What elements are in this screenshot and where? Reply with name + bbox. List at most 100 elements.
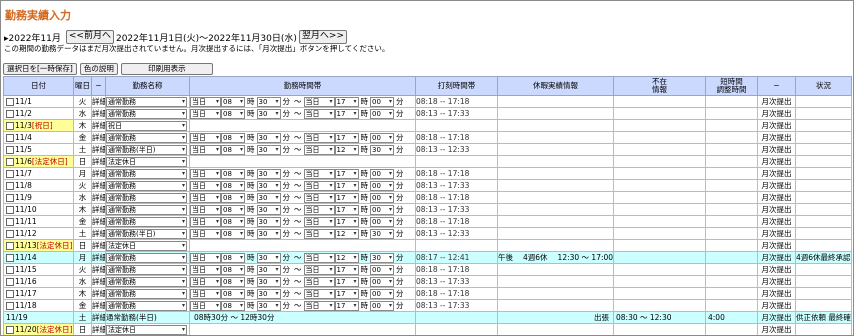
start-hour-select[interactable]: 08 ▾: [221, 217, 245, 227]
work-name-select[interactable]: 通常勤務 ▾: [106, 192, 187, 203]
row-checkbox[interactable]: [6, 230, 14, 238]
monthly-submit-link[interactable]: 月次提出: [757, 107, 796, 120]
start-min-select[interactable]: 30 ▾: [256, 97, 281, 107]
row-checkbox[interactable]: [6, 242, 14, 250]
row-checkbox[interactable]: [6, 170, 14, 178]
end-hour-select[interactable]: 17 ▾: [334, 265, 359, 275]
end-min-select[interactable]: 00 ▾: [370, 217, 394, 227]
end-hour-select[interactable]: 12 ▾: [334, 145, 359, 155]
end-day-select[interactable]: 当日 ▾: [303, 181, 335, 191]
detail-link[interactable]: 詳細: [91, 287, 106, 300]
monthly-submit-link[interactable]: 月次提出: [757, 227, 796, 240]
end-day-select[interactable]: 当日 ▾: [303, 277, 335, 287]
start-day-select[interactable]: 当日 ▾: [190, 277, 221, 287]
start-day-select[interactable]: 当日 ▾: [190, 301, 221, 311]
start-min-select[interactable]: 30 ▾: [256, 169, 281, 179]
detail-link[interactable]: 詳細: [91, 215, 106, 228]
start-hour-select[interactable]: 08 ▾: [221, 169, 245, 179]
monthly-submit-link[interactable]: 月次提出: [757, 251, 796, 264]
color-legend-button[interactable]: 色の説明: [79, 63, 118, 75]
detail-link[interactable]: 詳細: [91, 119, 106, 132]
start-hour-select[interactable]: 08 ▾: [221, 97, 245, 107]
monthly-submit-link[interactable]: 月次提出: [757, 119, 796, 132]
work-name-select[interactable]: 通常勤務(半日) ▾: [106, 228, 187, 239]
start-min-select[interactable]: 30 ▾: [256, 301, 281, 311]
work-name-select[interactable]: 祝日 ▾: [106, 120, 187, 131]
end-min-select[interactable]: 00 ▾: [370, 289, 394, 299]
start-hour-select[interactable]: 08 ▾: [221, 229, 245, 239]
work-name-select[interactable]: 通常勤務 ▾: [106, 264, 187, 275]
end-min-select[interactable]: 00 ▾: [370, 301, 394, 311]
start-min-select[interactable]: 30 ▾: [256, 181, 281, 191]
detail-link[interactable]: 詳細: [91, 95, 106, 108]
work-name-select[interactable]: 通常勤務 ▾: [106, 168, 187, 179]
monthly-submit-link[interactable]: 月次提出: [757, 143, 796, 156]
detail-link[interactable]: 詳細: [91, 143, 106, 156]
start-day-select[interactable]: 当日 ▾: [190, 289, 221, 299]
temp-save-button[interactable]: 選択日を[一時保存]: [3, 63, 77, 75]
end-hour-select[interactable]: 17 ▾: [334, 277, 359, 287]
monthly-submit-link[interactable]: 月次提出: [757, 311, 796, 324]
start-hour-select[interactable]: 08 ▾: [221, 289, 245, 299]
monthly-submit-link[interactable]: 月次提出: [757, 287, 796, 300]
end-min-select[interactable]: 00 ▾: [370, 277, 394, 287]
row-checkbox[interactable]: [6, 158, 14, 166]
detail-link[interactable]: 詳細: [91, 299, 106, 312]
end-hour-select[interactable]: 17 ▾: [334, 205, 359, 215]
start-min-select[interactable]: 30 ▾: [256, 205, 281, 215]
start-day-select[interactable]: 当日 ▾: [190, 253, 221, 263]
monthly-submit-link[interactable]: 月次提出: [757, 275, 796, 288]
start-day-select[interactable]: 当日 ▾: [190, 193, 221, 203]
detail-link[interactable]: 詳細: [91, 311, 106, 324]
row-checkbox[interactable]: [6, 206, 14, 214]
end-min-select[interactable]: 00 ▾: [370, 133, 394, 143]
end-min-select[interactable]: 30 ▾: [370, 229, 394, 239]
monthly-submit-link[interactable]: 月次提出: [757, 215, 796, 228]
work-name-select[interactable]: 通常勤務 ▾: [106, 180, 187, 191]
monthly-submit-link[interactable]: 月次提出: [757, 203, 796, 216]
monthly-submit-link[interactable]: 月次提出: [757, 95, 796, 108]
end-day-select[interactable]: 当日 ▾: [303, 229, 335, 239]
start-day-select[interactable]: 当日 ▾: [190, 109, 221, 119]
end-hour-select[interactable]: 17 ▾: [334, 193, 359, 203]
monthly-submit-link[interactable]: 月次提出: [757, 167, 796, 180]
end-day-select[interactable]: 当日 ▾: [303, 169, 335, 179]
work-name-select[interactable]: 通常勤務 ▾: [106, 288, 187, 299]
start-min-select[interactable]: 30 ▾: [256, 109, 281, 119]
start-hour-select[interactable]: 08 ▾: [221, 253, 245, 263]
end-min-select[interactable]: 00 ▾: [370, 181, 394, 191]
detail-link[interactable]: 詳細: [91, 155, 106, 168]
work-name-select[interactable]: 通常勤務(半日) ▾: [106, 144, 187, 155]
monthly-submit-link[interactable]: 月次提出: [757, 263, 796, 276]
end-hour-select[interactable]: 17 ▾: [334, 217, 359, 227]
end-hour-select[interactable]: 12 ▾: [334, 229, 359, 239]
detail-link[interactable]: 詳細: [91, 131, 106, 144]
work-name-select[interactable]: 通常勤務 ▾: [106, 252, 187, 263]
work-name-select[interactable]: 法定休日 ▾: [106, 156, 187, 167]
row-checkbox[interactable]: [6, 110, 14, 118]
end-day-select[interactable]: 当日 ▾: [303, 301, 335, 311]
work-name-select[interactable]: 通常勤務 ▾: [106, 300, 187, 311]
end-hour-select[interactable]: 17 ▾: [334, 181, 359, 191]
start-day-select[interactable]: 当日 ▾: [190, 145, 221, 155]
start-day-select[interactable]: 当日 ▾: [190, 169, 221, 179]
detail-link[interactable]: 詳細: [91, 251, 106, 264]
detail-link[interactable]: 詳細: [91, 191, 106, 204]
end-day-select[interactable]: 当日 ▾: [303, 109, 335, 119]
start-min-select[interactable]: 30 ▾: [256, 133, 281, 143]
work-name-select[interactable]: 通常勤務 ▾: [106, 216, 187, 227]
start-hour-select[interactable]: 08 ▾: [221, 181, 245, 191]
detail-link[interactable]: 詳細: [91, 179, 106, 192]
end-hour-select[interactable]: 17 ▾: [334, 169, 359, 179]
work-name-select[interactable]: 通常勤務 ▾: [106, 108, 187, 119]
end-day-select[interactable]: 当日 ▾: [303, 145, 335, 155]
detail-link[interactable]: 詳細: [91, 323, 106, 335]
row-checkbox[interactable]: [6, 290, 14, 298]
monthly-submit-link[interactable]: 月次提出: [757, 191, 796, 204]
start-day-select[interactable]: 当日 ▾: [190, 181, 221, 191]
end-min-select[interactable]: 00 ▾: [370, 97, 394, 107]
end-hour-select[interactable]: 17 ▾: [334, 97, 359, 107]
detail-link[interactable]: 詳細: [91, 107, 106, 120]
work-name-select[interactable]: 法定休日 ▾: [106, 240, 187, 251]
detail-link[interactable]: 詳細: [91, 263, 106, 276]
